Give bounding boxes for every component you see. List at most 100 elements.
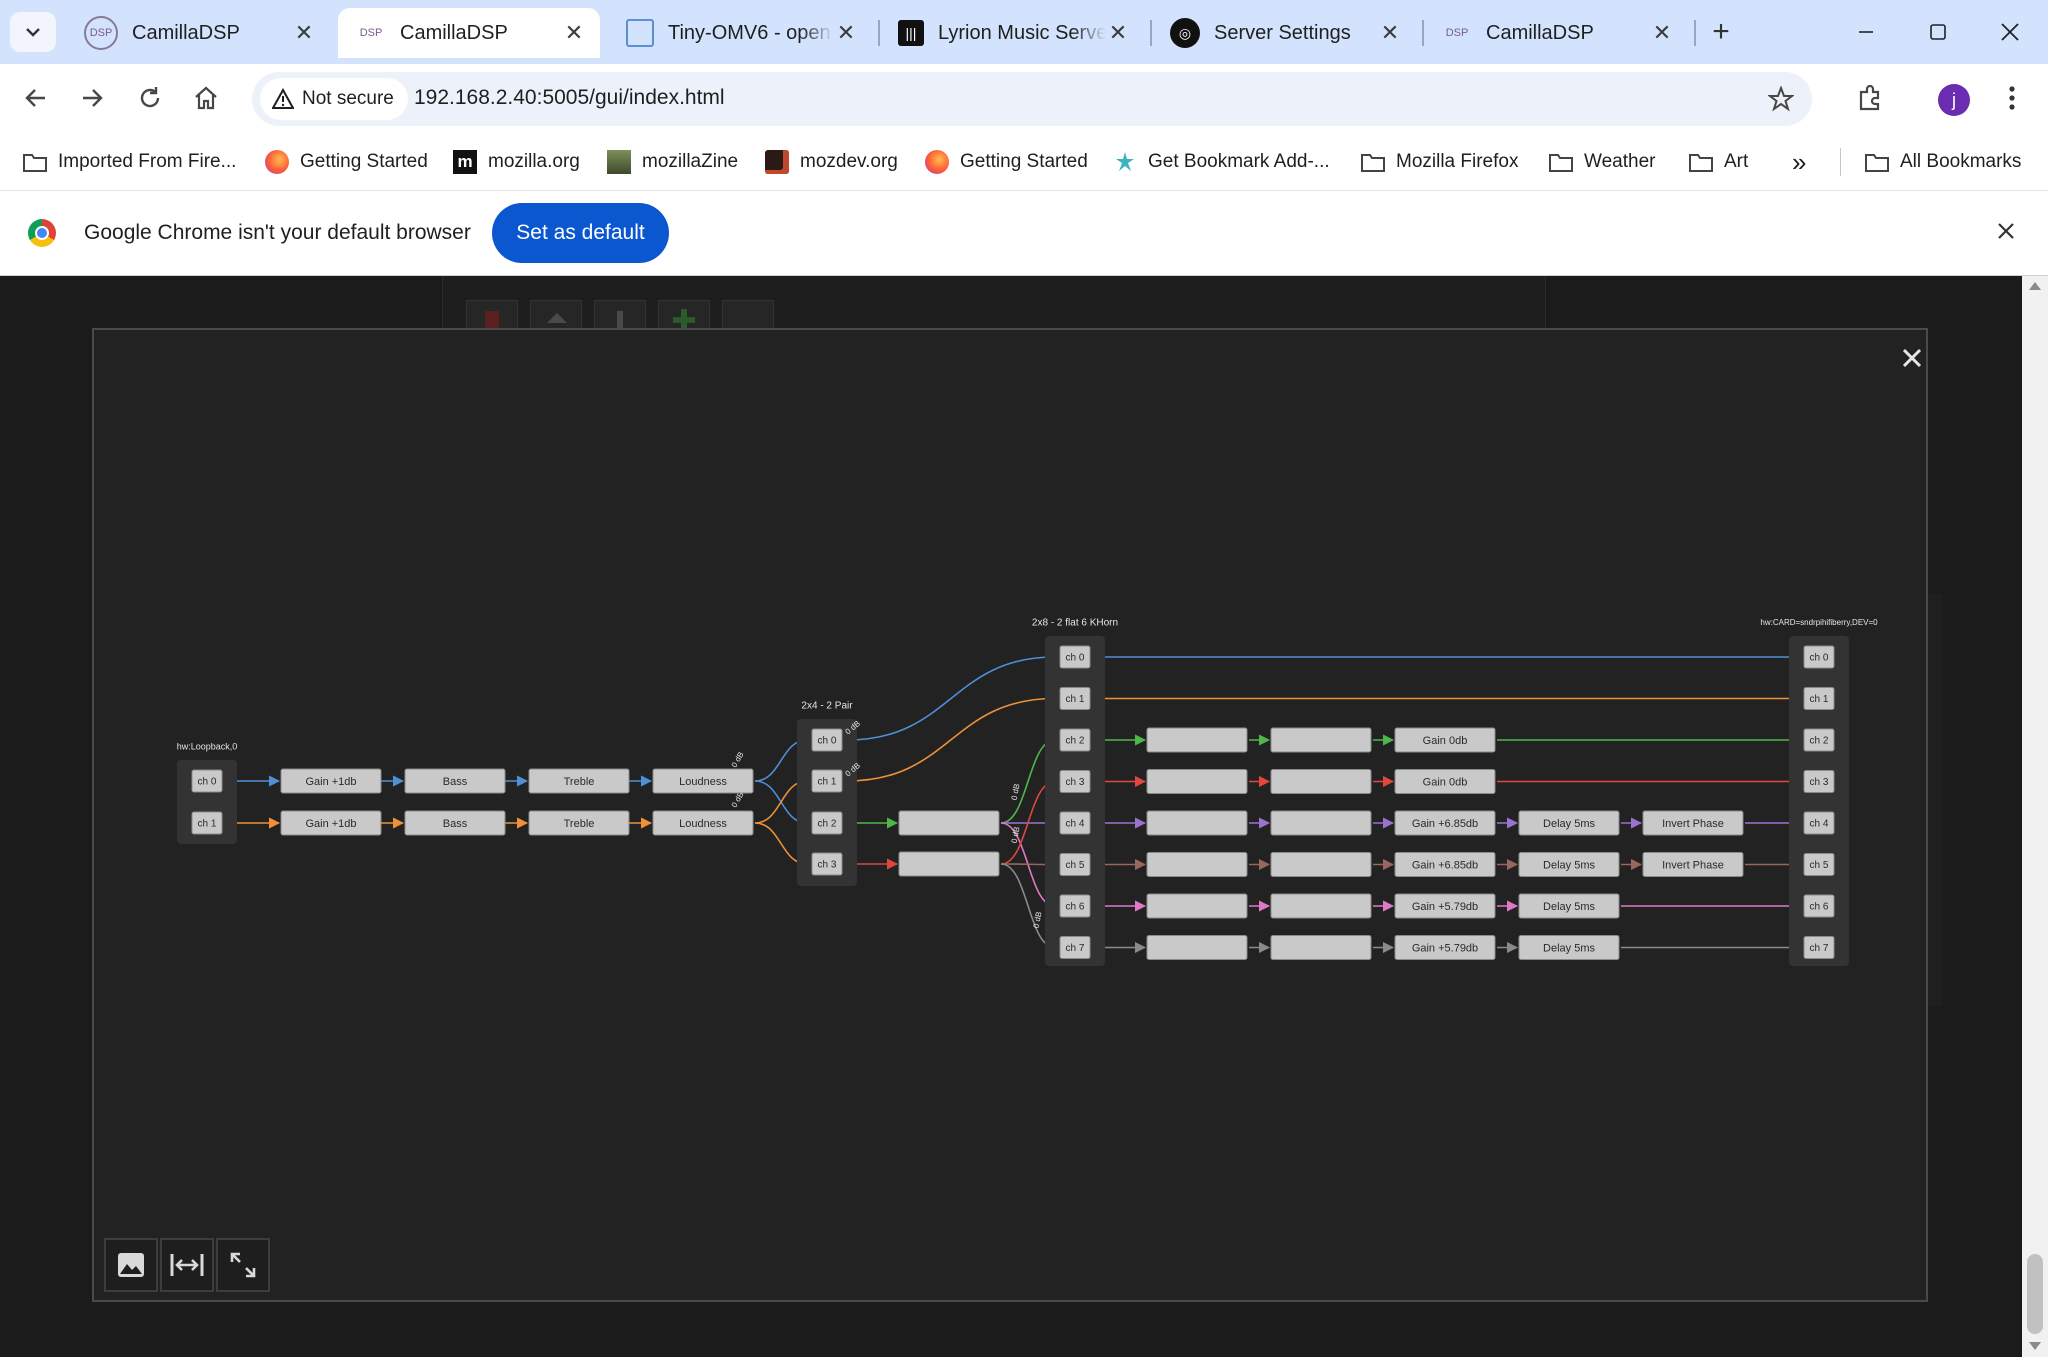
folder-icon: [1864, 149, 1890, 175]
forward-button[interactable]: [72, 78, 112, 118]
security-chip[interactable]: Not secure: [260, 78, 408, 120]
mixer1-channel-node-label: ch 1: [818, 777, 837, 788]
tab-camilladsp-2[interactable]: DSP CamillaDSP ✕: [338, 8, 600, 58]
folder-icon: [22, 149, 48, 175]
eq-filter-node: [1146, 935, 1248, 960]
bookmark-label: Getting Started: [300, 151, 428, 172]
mixer2-edge: [846, 692, 1057, 782]
scrollbar-thumb[interactable]: [2027, 1254, 2043, 1334]
invert-phase-node-label: Invert Phase: [1662, 859, 1724, 871]
firefox-icon: [264, 149, 290, 175]
close-icon[interactable]: ✕: [1650, 20, 1674, 46]
eq-filter-node: [1270, 852, 1372, 877]
crossover-filter-node: [898, 851, 1000, 877]
link-gain-label: 0 dB: [1032, 911, 1044, 929]
bookmark-label: Art: [1724, 151, 1749, 172]
mixer1-channel-node-label: ch 3: [818, 860, 837, 871]
bookmark-mozilla-org[interactable]: m mozilla.org: [452, 146, 580, 178]
arrow-right-icon: [83, 89, 103, 107]
bookmark-folder-art[interactable]: Art: [1688, 146, 1748, 178]
scroll-down-arrow-icon[interactable]: [2029, 1342, 2041, 1350]
tab-label: Server Settings: [1214, 21, 1351, 44]
default-browser-infobar: Google Chrome isn't your default browser…: [0, 190, 2048, 276]
eq-filter-node: [1270, 810, 1372, 836]
eq-filter-node: [1146, 810, 1248, 836]
new-tab-button[interactable]: +: [1700, 12, 1742, 52]
set-as-default-button[interactable]: Set as default: [492, 203, 669, 263]
tab-lyrion[interactable]: ||| Lyrion Music Server ✕: [880, 8, 1144, 58]
eq-filter-node: [1270, 769, 1372, 794]
reload-button[interactable]: [130, 78, 170, 118]
chrome-logo-icon: [28, 219, 56, 247]
eq-filter-node: [1146, 852, 1248, 877]
close-icon[interactable]: ✕: [1106, 20, 1130, 46]
playback-channel-node-label: ch 1: [1810, 694, 1829, 705]
infobar-close-button[interactable]: [1990, 215, 2022, 247]
close-icon[interactable]: ✕: [562, 20, 586, 46]
bookmark-mozdev[interactable]: mozdev.org: [764, 146, 898, 178]
extensions-button[interactable]: [1850, 78, 1890, 118]
maximize-button[interactable]: [1916, 10, 1960, 54]
eq-filter-node: [1270, 935, 1372, 960]
bookmark-folder-weather[interactable]: Weather: [1548, 146, 1655, 178]
address-bar[interactable]: Not secure 192.168.2.40:5005/gui/index.h…: [252, 72, 1812, 126]
minimize-icon: [1859, 31, 1873, 33]
delay-filter-node-label: Delay 5ms: [1543, 818, 1595, 830]
window-close-button[interactable]: [1988, 10, 2032, 54]
home-button[interactable]: [186, 78, 226, 118]
minimize-button[interactable]: [1844, 10, 1888, 54]
menu-button[interactable]: [1992, 78, 2032, 118]
mixer1-channel-node-label: ch 0: [818, 736, 837, 747]
star-icon[interactable]: [1768, 86, 1794, 112]
gain-filter-node-label: Gain 0db: [1423, 776, 1468, 788]
mixer2-channel-node-label: ch 7: [1066, 943, 1085, 954]
background-panel-right: [1928, 594, 1942, 1006]
scroll-up-arrow-icon[interactable]: [2029, 282, 2041, 290]
fullscreen-button[interactable]: [216, 1238, 270, 1292]
tab-camilladsp-3[interactable]: DSP CamillaDSP ✕: [1424, 8, 1688, 58]
tab-label: CamillaDSP: [1486, 21, 1594, 44]
bookmark-getting-started[interactable]: Getting Started: [264, 146, 428, 178]
fit-width-button[interactable]: [160, 1238, 214, 1292]
bookmark-getting-started-2[interactable]: Getting Started: [924, 146, 1088, 178]
bookmarks-divider: [1840, 148, 1841, 176]
bookmarks-overflow-button[interactable]: »: [1792, 146, 1806, 178]
tab-search-button[interactable]: [10, 12, 56, 52]
close-icon[interactable]: ✕: [292, 20, 316, 46]
profile-initial: j: [1952, 89, 1956, 110]
reload-icon: [140, 87, 160, 108]
bookmark-mozillazine[interactable]: mozillaZine: [606, 146, 738, 178]
page-scrollbar[interactable]: [2022, 276, 2048, 1357]
tab-tiny-omv6[interactable]: Tiny-OMV6 - open ✕: [608, 8, 872, 58]
tab-camilladsp-1[interactable]: DSP CamillaDSP ✕: [66, 8, 330, 58]
close-icon: [1998, 223, 2014, 239]
close-icon[interactable]: ✕: [834, 20, 858, 46]
bookmark-imported[interactable]: Imported From Fire...: [22, 146, 236, 178]
url-text[interactable]: 192.168.2.40:5005/gui/index.html: [414, 86, 725, 110]
home-icon: [195, 86, 217, 110]
mixer2-channel-node-label: ch 2: [1066, 736, 1085, 747]
playback-channel-node-label: ch 7: [1810, 943, 1829, 954]
addon-icon: [1112, 149, 1138, 175]
pipeline-plot-modal: hw:Loopback,0 2x4 - 2 Pair 2x8 - 2 flat 6 …: [92, 328, 1928, 1302]
close-icon[interactable]: ✕: [1378, 20, 1402, 46]
server-icon: ◎: [1170, 18, 1200, 48]
lyrion-icon: |||: [898, 20, 924, 46]
set-as-default-label: Set as default: [516, 221, 645, 244]
back-button[interactable]: [16, 78, 56, 118]
profile-avatar[interactable]: j: [1938, 84, 1970, 116]
tab-server-settings[interactable]: ◎ Server Settings ✕: [1152, 8, 1416, 58]
bookmark-label: Get Bookmark Add-...: [1148, 151, 1330, 172]
save-image-button[interactable]: [104, 1238, 158, 1292]
eq-filter-node: [1146, 769, 1248, 794]
security-label: Not secure: [302, 88, 394, 109]
bookmark-get-addons[interactable]: Get Bookmark Add-...: [1112, 146, 1330, 178]
bookmark-label: mozilla.org: [488, 151, 580, 172]
bookmark-label: Getting Started: [960, 151, 1088, 172]
arrow-left-icon: [25, 89, 45, 107]
filter-node-label: Treble: [564, 818, 595, 830]
bookmark-folder-mozilla-firefox[interactable]: Mozilla Firefox: [1360, 146, 1518, 178]
all-bookmarks-button[interactable]: All Bookmarks: [1864, 146, 2021, 178]
bookmarks-bar: Imported From Fire... Getting Started m …: [0, 134, 2048, 190]
close-icon: [2001, 23, 2019, 41]
